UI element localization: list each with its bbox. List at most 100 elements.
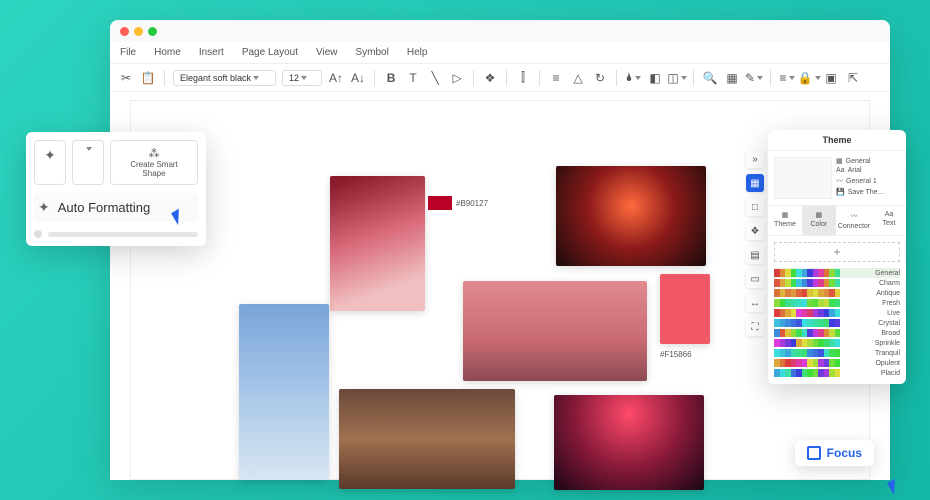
hex-label: #F15866 (660, 350, 692, 359)
palette-row[interactable]: Live (774, 308, 900, 318)
palette-row[interactable]: Tranquil (774, 348, 900, 358)
fullscreen-icon[interactable]: ⛶ (746, 318, 764, 336)
theme-opt-style[interactable]: 〰General 1 (836, 176, 900, 186)
font-increase-icon[interactable]: A↑ (328, 70, 344, 86)
color-swatch-tile[interactable] (660, 274, 710, 344)
font-decrease-icon[interactable]: A↓ (350, 70, 366, 86)
palette-name: Live (887, 310, 900, 317)
image-icon[interactable]: ▭ (746, 270, 764, 288)
focus-icon (807, 446, 821, 460)
palette-row[interactable]: Fresh (774, 298, 900, 308)
font-name-label: Elegant soft black (180, 73, 251, 83)
grid-icon[interactable]: ▦ (724, 70, 740, 86)
color-swatch: #B90127 (428, 196, 488, 210)
rotate-icon[interactable]: ↻ (592, 70, 608, 86)
stroke-icon[interactable]: ✎ (746, 70, 762, 86)
menu-page-layout[interactable]: Page Layout (242, 47, 298, 58)
menu-insert[interactable]: Insert (199, 47, 224, 58)
palette-row[interactable]: Sprinkle (774, 338, 900, 348)
lock-icon[interactable]: 🔒 (801, 70, 817, 86)
pointer-icon[interactable]: ▷ (449, 70, 465, 86)
cut-icon[interactable]: ✂ (118, 70, 134, 86)
theme-opt-general[interactable]: ▦General (836, 157, 900, 165)
sparkle-button[interactable]: ✦ (34, 140, 66, 185)
add-palette-button[interactable]: + (774, 242, 900, 262)
shape-icon[interactable]: □ (746, 198, 764, 216)
image-tile[interactable] (339, 389, 515, 489)
theme-opt-save[interactable]: 💾Save The… (836, 188, 900, 196)
minimize-icon[interactable] (134, 27, 143, 36)
align-icon[interactable]: ⫿ (515, 70, 531, 86)
bold-icon[interactable]: B (383, 70, 399, 86)
palette-name: Antique (876, 290, 900, 297)
line-style-icon[interactable]: ≡ (779, 70, 795, 86)
focus-button[interactable]: Focus (795, 440, 874, 466)
auto-format-panel: ✦ ⁂ Create Smart Shape ✦ Auto Formatting (26, 132, 206, 246)
palette-name: Charm (879, 280, 900, 287)
theme-preview-diagram (774, 157, 832, 199)
palette-row[interactable]: Opulent (774, 358, 900, 368)
palette-name: General (875, 270, 900, 277)
menu-symbol[interactable]: Symbol (356, 47, 389, 58)
tab-theme[interactable]: ▦Theme (768, 206, 802, 235)
image-tile[interactable] (463, 281, 647, 381)
maximize-icon[interactable] (148, 27, 157, 36)
layers-icon[interactable]: ❖ (746, 222, 764, 240)
align-left-icon[interactable]: ≡ (548, 70, 564, 86)
font-size-label: 12 (289, 73, 299, 83)
palette-name: Placid (881, 370, 900, 377)
font-size-select[interactable]: 12 (282, 70, 322, 86)
dropdown-button[interactable] (72, 140, 104, 185)
theme-opt-font[interactable]: AaArial (836, 167, 900, 174)
expand-icon[interactable]: » (746, 150, 764, 168)
flip-icon[interactable]: △ (570, 70, 586, 86)
image-tile[interactable] (330, 176, 425, 311)
palette-row[interactable]: Charm (774, 278, 900, 288)
grid-icon[interactable]: ▦ (746, 174, 764, 192)
create-smart-shape-label: Create Smart Shape (130, 160, 178, 178)
palette-name: Tranquil (875, 350, 900, 357)
palette-row[interactable]: Broad (774, 328, 900, 338)
theme-panel: Theme ▦General AaArial 〰General 1 💾Save … (768, 130, 906, 384)
text-icon[interactable]: T (405, 70, 421, 86)
image-tile[interactable] (556, 166, 706, 266)
merge-icon[interactable]: ◧ (647, 70, 663, 86)
menu-file[interactable]: File (120, 47, 136, 58)
menu-view[interactable]: View (316, 47, 338, 58)
search-icon[interactable]: 🔍 (702, 70, 718, 86)
menu-bar: File Home Insert Page Layout View Symbol… (110, 42, 890, 64)
palette-name: Crystal (878, 320, 900, 327)
palette-row[interactable]: Antique (774, 288, 900, 298)
palette-list: General Charm Antique Fresh Live CrystalBroad… (768, 268, 906, 384)
tab-text[interactable]: AaText (872, 206, 906, 235)
page-icon[interactable]: ▤ (746, 246, 764, 264)
link-icon[interactable]: ↔ (746, 294, 764, 312)
palette-row[interactable]: Crystal (774, 318, 900, 328)
palette-name: Fresh (882, 300, 900, 307)
layers-icon[interactable]: ❖ (482, 70, 498, 86)
toolbar: ✂ 📋 Elegant soft black 12 A↑ A↓ B T ╲ ▷ … (110, 64, 890, 92)
palette-name: Sprinkle (875, 340, 900, 347)
theme-title: Theme (768, 130, 906, 151)
palette-row[interactable]: General (774, 268, 900, 278)
close-icon[interactable] (120, 27, 129, 36)
menu-home[interactable]: Home (154, 47, 181, 58)
slider[interactable] (34, 230, 198, 238)
export-icon[interactable]: ⇱ (845, 70, 861, 86)
tab-connector[interactable]: 〰Connector (836, 206, 872, 235)
create-smart-shape-button[interactable]: ⁂ Create Smart Shape (110, 140, 198, 185)
menu-help[interactable]: Help (407, 47, 428, 58)
line-icon[interactable]: ╲ (427, 70, 443, 86)
crop-icon[interactable]: ◫ (669, 70, 685, 86)
paste-icon[interactable]: 📋 (140, 70, 156, 86)
font-select[interactable]: Elegant soft black (173, 70, 276, 86)
palette-row[interactable]: Placid (774, 368, 900, 378)
auto-formatting-label: Auto Formatting (58, 200, 151, 215)
fill-icon[interactable]: 🌢 (625, 70, 641, 86)
image-tile[interactable] (554, 395, 704, 490)
tab-color[interactable]: ▦Color (802, 206, 836, 235)
bounds-icon[interactable]: ▣ (823, 70, 839, 86)
hex-label: #B90127 (456, 199, 488, 208)
palette-name: Opulent (875, 360, 900, 367)
image-tile[interactable] (239, 304, 329, 480)
